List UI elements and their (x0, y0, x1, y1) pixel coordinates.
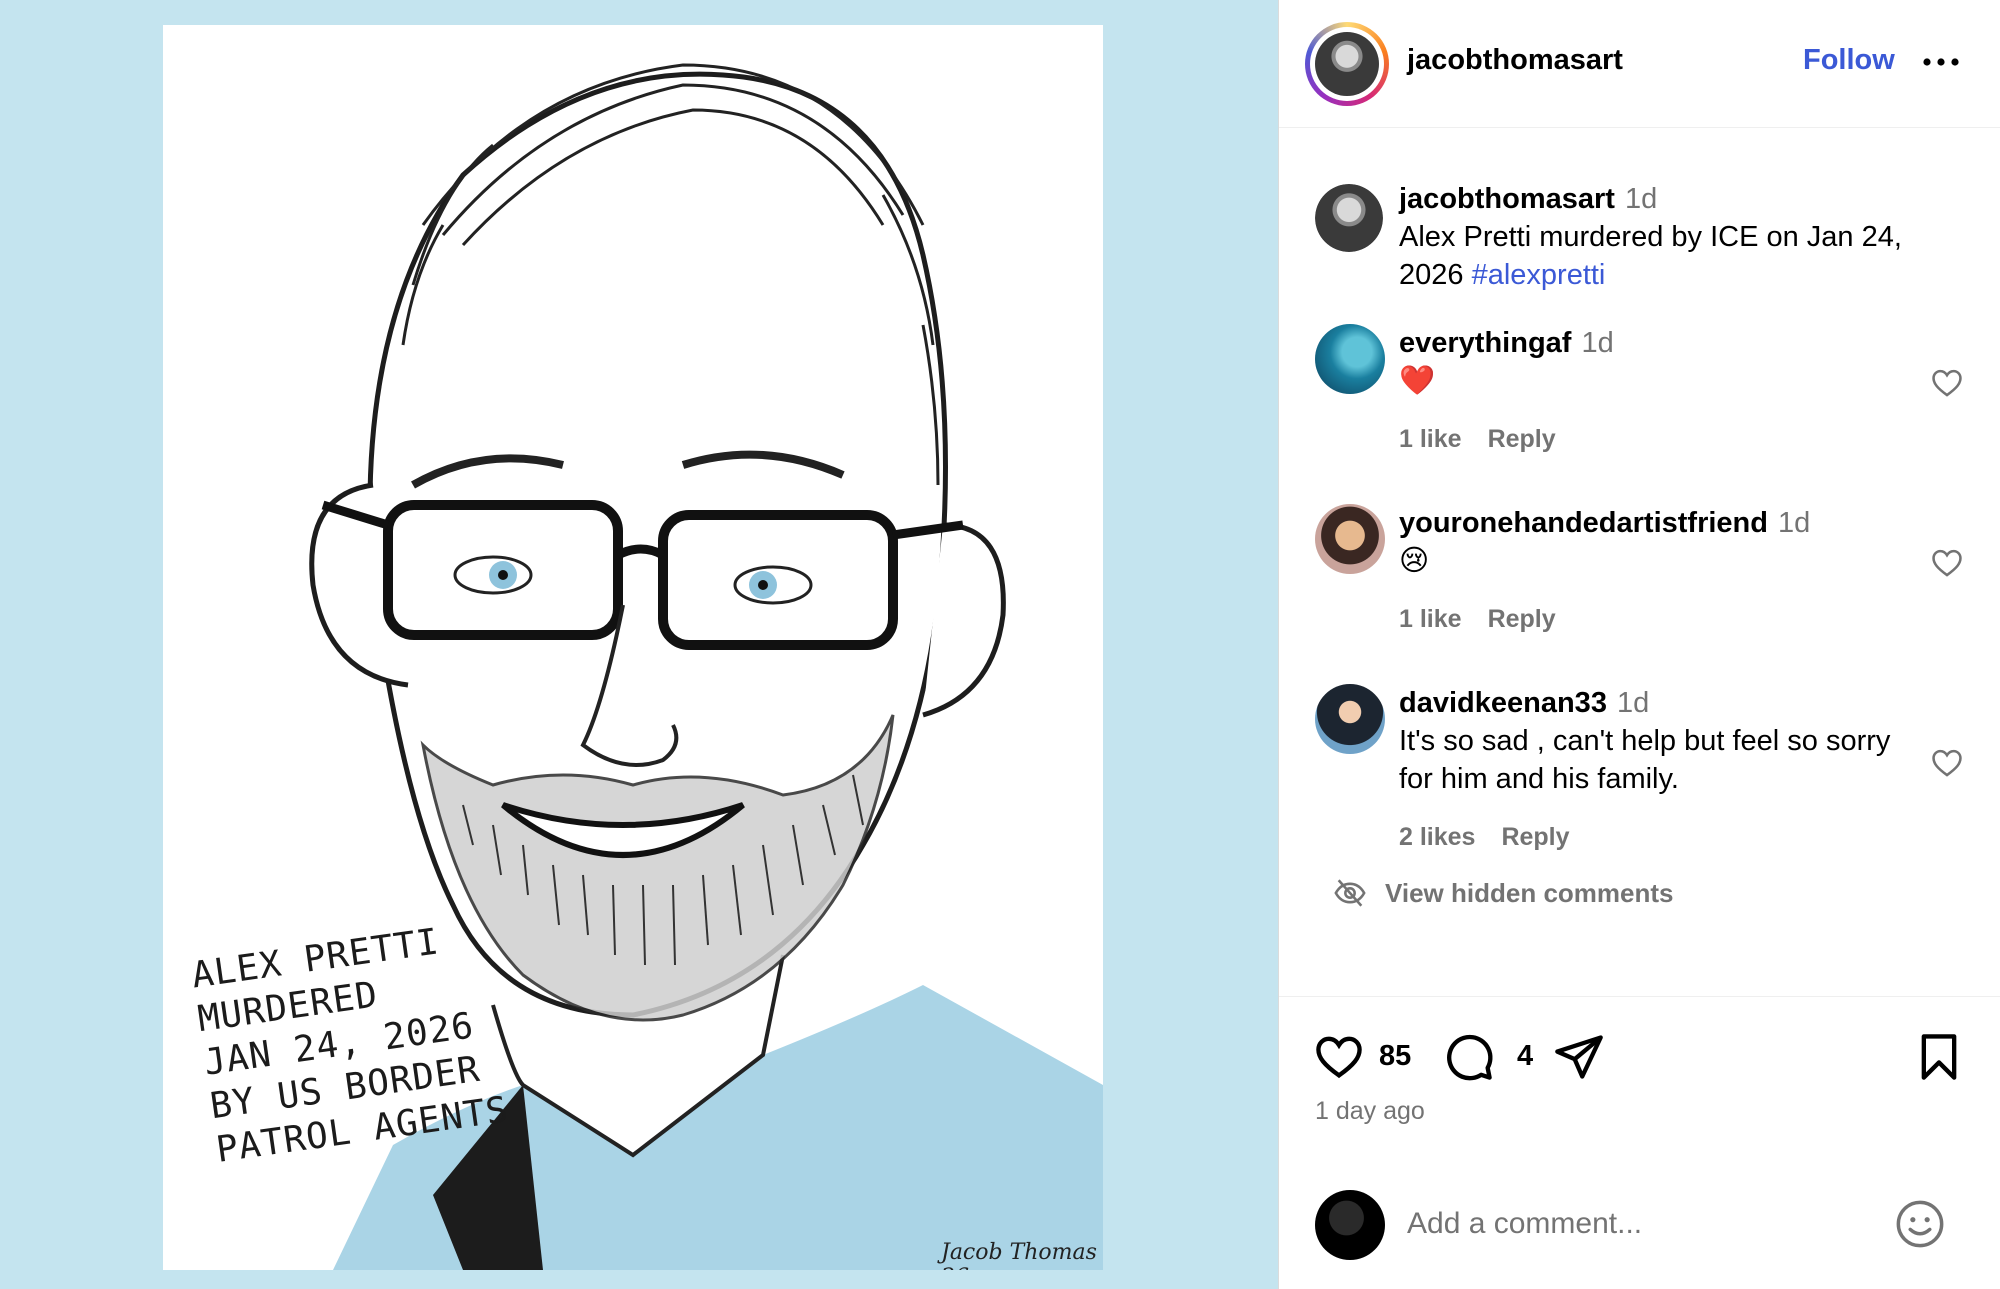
comment-meta: 2 likes Reply (1399, 818, 1596, 856)
post-actions: 85 4 1 day ago (1279, 996, 2000, 1180)
comments-section[interactable]: jacobthomasart 1d Alex Pretti murdered by… (1279, 128, 2000, 996)
comment-body: everythingaf 1d ❤️ 1 like Reply (1399, 324, 1939, 453)
current-user-avatar (1315, 1190, 1385, 1260)
post-header: jacobthomasart Follow (1279, 0, 2000, 128)
like-count[interactable]: 85 (1379, 1040, 1411, 1073)
comment-time: 1d (1616, 687, 1650, 719)
view-hidden-comments-label: View hidden comments (1385, 877, 1674, 908)
comment-like-heart-icon[interactable] (1930, 746, 1964, 780)
save-bookmark-icon[interactable] (1913, 1031, 1965, 1083)
commenter-avatar[interactable] (1315, 324, 1385, 394)
share-paper-plane-icon[interactable] (1553, 1031, 1605, 1083)
post-time-ago[interactable]: 1 day ago (1315, 1097, 1425, 1126)
comment-text: 😢 (1399, 545, 1430, 577)
commenter-avatar[interactable] (1315, 504, 1385, 574)
eye-off-icon (1334, 879, 1366, 907)
comment-bubble-icon[interactable] (1443, 1031, 1495, 1083)
caption-time: 1d (1624, 183, 1658, 215)
comment-username[interactable]: davidkeenan33 (1399, 687, 1607, 719)
comment-meta: 1 like Reply (1399, 600, 1582, 638)
comment-text: ❤️ (1399, 365, 1436, 397)
add-comment-input[interactable] (1407, 1198, 1867, 1250)
author-username[interactable]: jacobthomasart (1407, 44, 1623, 77)
comment-like-heart-icon[interactable] (1930, 366, 1964, 400)
follow-button[interactable]: Follow (1803, 44, 1895, 77)
caption-hashtag[interactable]: #alexpretti (1472, 259, 1606, 291)
artist-signature: Jacob Thomas 26 (941, 1240, 1097, 1270)
caption-body: jacobthomasart 1d Alex Pretti murdered by… (1399, 180, 1959, 294)
comment-time: 1d (1778, 507, 1811, 539)
reply-button[interactable]: Reply (1501, 823, 1569, 851)
artwork-handwritten-note: ALEX PRETTI MURDERED JAN 24, 2026 BY US … (189, 921, 512, 1171)
comment-likes[interactable]: 2 likes (1399, 823, 1475, 851)
post-sidebar: jacobthomasart Follow jacobthomasart 1d A… (1278, 0, 2000, 1289)
reply-button[interactable]: Reply (1488, 425, 1556, 453)
comment-like-heart-icon[interactable] (1930, 546, 1964, 580)
comment-body: davidkeenan33 1d It's so sad , can't help… (1399, 684, 1919, 851)
more-options-icon[interactable] (1919, 47, 1963, 77)
comment-username[interactable]: everythingaf (1399, 327, 1571, 359)
caption-username[interactable]: jacobthomasart (1399, 183, 1615, 215)
reply-button[interactable]: Reply (1488, 605, 1556, 633)
view-hidden-comments-button[interactable]: View hidden comments (1333, 876, 1673, 910)
author-avatar[interactable] (1315, 32, 1379, 96)
comment-text: It's so sad , can't help but feel so sor… (1399, 725, 1891, 795)
comment-likes[interactable]: 1 like (1399, 605, 1462, 633)
comment-count[interactable]: 4 (1517, 1040, 1533, 1073)
like-heart-icon[interactable] (1313, 1031, 1365, 1083)
add-comment-bar (1279, 1180, 2000, 1289)
artwork-image: ALEX PRETTI MURDERED JAN 24, 2026 BY US … (163, 25, 1103, 1270)
emoji-smiley-icon[interactable] (1894, 1198, 1946, 1250)
comment-likes[interactable]: 1 like (1399, 425, 1462, 453)
author-avatar-story-ring[interactable] (1305, 22, 1389, 106)
comment-body: youronehandedartistfriend 1d 😢 1 like Repl… (1399, 504, 1939, 633)
caption-author-avatar[interactable] (1315, 184, 1383, 252)
comment-username[interactable]: youronehandedartistfriend (1399, 507, 1768, 539)
commenter-avatar[interactable] (1315, 684, 1385, 754)
comment-meta: 1 like Reply (1399, 420, 1582, 458)
comment-time: 1d (1581, 327, 1614, 359)
post-media[interactable]: ALEX PRETTI MURDERED JAN 24, 2026 BY US … (0, 0, 1278, 1289)
